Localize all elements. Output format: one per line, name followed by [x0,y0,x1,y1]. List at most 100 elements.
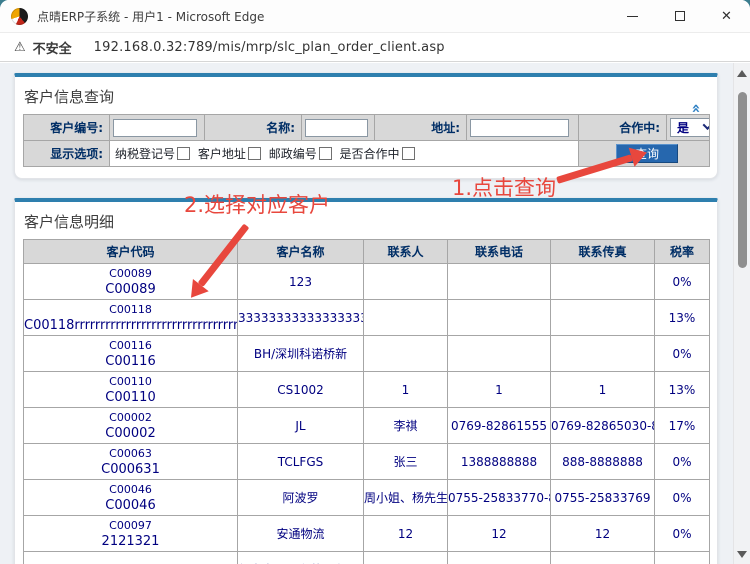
tax-rate-cell: 17% [655,408,710,444]
address-bar[interactable]: ⚠ 不安全 192.168.0.32:789/mis/mrp/slc_plan_… [0,32,750,62]
tax-rate-cell: 0% [655,516,710,552]
col-customer-code: 客户代码 [24,240,238,264]
annotation-step2: 2.选择对应客户 [184,189,330,219]
table-row[interactable]: C00046 C00046 阿波罗 周小姐、杨先生 0755-25833770-… [24,480,710,516]
security-label: 不安全 [33,38,72,57]
address-input[interactable] [470,119,569,137]
minimize-icon [627,16,638,17]
table-row[interactable]: C00002 C00002 JL 李祺 0769-82861555 0769-8… [24,408,710,444]
option-postal-label: 邮政编号 [269,145,317,162]
tax-rate-cell: 0% [655,480,710,516]
customer-code-link[interactable]: C00046 [24,497,237,514]
phone-cell: 0769-82861555 [448,408,551,444]
customer-table-body: C00089 C00089 123 0% C00118 C00118rrrrrr… [24,264,710,564]
name-input[interactable] [305,119,368,137]
scrollbar-thumb[interactable] [738,92,747,268]
phone-cell: 13999739199 [448,552,551,564]
customer-code-link[interactable]: C00118rrrrrrrrrrrrrrrrrrrrrrrrrrrrrrrrrr… [24,317,237,334]
fax-cell [551,552,655,564]
phone-cell: 12 [448,516,551,552]
tax-reg-checkbox[interactable] [177,147,190,160]
customer-address-checkbox[interactable] [248,147,261,160]
browser-window: 点晴ERP子系统 - 用户1 - Microsoft Edge ✕ ⚠ 不安全 … [0,0,750,564]
customer-code-cell: C00063 C000631 [24,444,238,480]
customer-code-cell: C00118 C00118rrrrrrrrrrrrrrrrrrrrrrrrrrr… [24,300,238,336]
customer-code-cell: C00046 C00046 [24,480,238,516]
contact-cell [364,336,448,372]
table-row[interactable]: C00116 C00116 BH/深圳科诺桥新 0% [24,336,710,372]
phone-cell: 1388888888 [448,444,551,480]
minimize-button[interactable] [609,0,656,32]
customer-name-cell: 阿波罗 [238,480,364,516]
tax-rate-cell: 13% [655,300,710,336]
phone-cell: 0755-25833770-860 [448,480,551,516]
customer-code-text: C00063 [24,446,237,461]
contact-cell [364,264,448,300]
display-options-label: 显示选项: [24,141,110,167]
address-label: 地址: [375,115,467,141]
customer-name-cell: 安通物流 [238,516,364,552]
customer-name-cell: 33333333333333333333 [238,300,364,336]
customer-code-cell: C00110 C00110 [24,372,238,408]
annotation-step1: 1.点击查询 [452,172,556,202]
option-tax-reg-label: 纳税登记号 [115,145,175,162]
col-fax: 联系传真 [551,240,655,264]
postal-code-checkbox[interactable] [319,147,332,160]
fax-cell: 12 [551,516,655,552]
customer-code-text: C00116 [24,338,237,353]
customer-code-link[interactable]: C00002 [24,425,237,442]
contact-cell: 1 [364,372,448,408]
phone-cell: 1 [448,372,551,408]
customer-code-link[interactable]: C00110 [24,389,237,406]
customer-code-text: C00046 [24,482,237,497]
maximize-button[interactable] [656,0,703,32]
customer-name-cell: 123 [238,264,364,300]
table-row[interactable]: C00089 C00089 123 0% [24,264,710,300]
table-row[interactable]: C00097 2121321 安通物流 12 12 12 0% [24,516,710,552]
customer-code-cell: C00097 2121321 [24,516,238,552]
customer-code-link[interactable]: C00116 [24,353,237,370]
tax-rate-cell: 13% [655,372,710,408]
customer-code-input[interactable] [113,119,197,137]
contact-cell: 12 [364,516,448,552]
scroll-up-arrow-icon[interactable] [734,66,750,80]
phone-cell [448,336,551,372]
table-row[interactable]: C00118 C00118rrrrrrrrrrrrrrrrrrrrrrrrrrr… [24,300,710,336]
col-tax-rate: 税率 [655,240,710,264]
customer-code-link[interactable]: 2121321 [24,533,237,550]
col-phone: 联系电话 [448,240,551,264]
col-customer-name: 客户名称 [238,240,364,264]
table-row[interactable]: C1208023974 伍中电子（东莞）有限公司 13999739199 0% [24,552,710,564]
security-warning-icon: ⚠ [14,40,26,55]
tax-rate-cell: 0% [655,264,710,300]
vertical-scrollbar[interactable] [733,63,750,564]
tax-rate-cell: 0% [655,336,710,372]
customer-name-cell: 伍中电子（东莞）有限公司 [238,552,364,564]
fax-cell [551,300,655,336]
customer-code-link[interactable]: C000631 [24,461,237,478]
is-partner-checkbox[interactable] [402,147,415,160]
customer-code-label: 客户编号: [24,115,110,141]
close-button[interactable]: ✕ [703,0,750,32]
table-row[interactable]: C00110 C00110 CS1002 1 1 1 13% [24,372,710,408]
partner-select[interactable]: 是 [670,118,710,137]
scroll-down-arrow-icon[interactable] [734,547,750,561]
fax-cell: 0769-82865030-880 [551,408,655,444]
customer-table: 客户代码 客户名称 联系人 联系电话 联系传真 税率 C00089 C00089… [23,239,710,564]
col-contact: 联系人 [364,240,448,264]
title-bar: 点晴ERP子系统 - 用户1 - Microsoft Edge ✕ [0,0,750,32]
url-text: 192.168.0.32:789/mis/mrp/slc_plan_order_… [94,40,445,55]
window-title: 点晴ERP子系统 - 用户1 - Microsoft Edge [37,8,609,25]
contact-cell: 张三 [364,444,448,480]
fax-cell [551,336,655,372]
name-label: 名称: [205,115,302,141]
customer-name-cell: BH/深圳科诺桥新 [238,336,364,372]
contact-cell [364,552,448,564]
customer-code-cell: C1208023974 [24,552,238,564]
fax-cell [551,264,655,300]
fax-cell: 888-8888888 [551,444,655,480]
fax-cell: 0755-25833769 [551,480,655,516]
collapse-panel-icon[interactable]: « [689,104,704,114]
customer-name-cell: CS1002 [238,372,364,408]
table-row[interactable]: C00063 C000631 TCLFGS 张三 1388888888 888-… [24,444,710,480]
